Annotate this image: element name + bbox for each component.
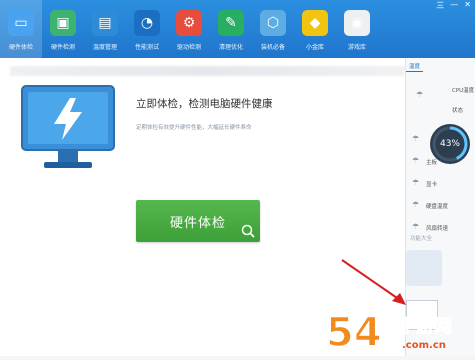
toolbar-item-label: 温度管理 (92, 44, 117, 51)
toolbar-item-0[interactable]: ▭ 硬件体检 (0, 0, 42, 58)
umbrella-icon: ☂ (412, 134, 420, 143)
toolbar-item-label: 小金库 (305, 44, 324, 51)
watermark-logo: 54 手游网 .com.cn (325, 309, 452, 357)
toolbar-item-6[interactable]: ⬡ 装机必备 (252, 0, 294, 58)
status-label: 状态 (452, 108, 464, 114)
toolbar-item-label: 驱动检测 (176, 44, 201, 51)
toolbar-item-label: 游戏库 (347, 44, 366, 51)
disk-temp-row[interactable]: 硬盘温度 (426, 202, 448, 210)
toolbar-item-2[interactable]: ▤ 温度管理 (84, 0, 126, 58)
chip-icon: ▣ (50, 10, 76, 36)
hardware-check-label: 硬件体检 (169, 215, 226, 231)
toolbar-item-7[interactable]: ◆ 小金库 (294, 0, 336, 58)
watermark-text: 手游网 (398, 315, 452, 337)
cpu-temp-label: CPU温度 (452, 88, 475, 94)
gpu-row[interactable]: 显卡 (426, 180, 437, 188)
toolbar-item-5[interactable]: ✎ 清理优化 (210, 0, 252, 58)
toolbar-item-4[interactable]: ⚙ 驱动检测 (168, 0, 210, 58)
umbrella-icon: ☂ (412, 178, 420, 187)
gauge-value: 43% (439, 139, 460, 149)
gold-icon: ◆ (302, 10, 328, 36)
fan-speed-row[interactable]: 风扇转速 (426, 224, 448, 232)
hardware-check-button[interactable]: 硬件体检 (136, 200, 260, 242)
site-watermark-logo: 54 手游网 .com.cn (324, 300, 474, 357)
toolbar-item-label: 性能测试 (134, 44, 159, 51)
magnifier-icon (241, 224, 255, 238)
umbrella-icon: ☂ (412, 222, 420, 231)
gamepad-icon: ◉ (344, 10, 370, 36)
toolbar-items: ▭ 硬件体检 ▣ 硬件检测 ▤ 温度管理 ◔ 性能测试 ⚙ 驱动检测 ✎ 清理优化 ⬡ 装机必备 ◆ 小金库 ◉… (0, 0, 378, 58)
feature-tile[interactable] (406, 250, 442, 286)
cube-icon: ⬡ (260, 10, 286, 36)
toolbar-item-label: 清理优化 (218, 44, 243, 51)
page-subline: 定期体检有效提升硬件性能，大幅延长硬件寿命 (136, 125, 252, 131)
toolbar-item-8[interactable]: ◉ 游戏库 (336, 0, 378, 58)
broom-icon: ✎ (218, 10, 244, 36)
page-headline: 立即体检，检测电脑硬件健康 (136, 98, 273, 110)
toolbar-item-label: 硬件检测 (50, 44, 75, 51)
toolbar-item-1[interactable]: ▣ 硬件检测 (42, 0, 84, 58)
umbrella-icon: ☂ (416, 90, 424, 99)
features-section-title: 功能大全 (410, 236, 433, 242)
speedometer-icon: ◔ (134, 10, 160, 36)
toolbar-item-3[interactable]: ◔ 性能测试 (126, 0, 168, 58)
umbrella-icon: ☂ (412, 200, 420, 209)
monitor-lightning-icon (21, 85, 115, 168)
toolbar-item-label: 装机必备 (260, 44, 285, 51)
close-button[interactable]: ✕ (464, 0, 471, 11)
window-controls: 三 — ✕ (436, 0, 471, 11)
watermark-number: 54 (326, 310, 382, 356)
gear-icon: ⚙ (176, 10, 202, 36)
chart-icon: ▤ (92, 10, 118, 36)
main-toolbar: ▭ 硬件体检 ▣ 硬件检测 ▤ 温度管理 ◔ 性能测试 ⚙ 驱动检测 ✎ 清理优化 ⬡ 装机必备 ◆ 小金库 ◉… (0, 0, 475, 58)
side-panel-tabs: 温度 (406, 58, 475, 72)
umbrella-icon: ☂ (412, 156, 420, 165)
motherboard-row[interactable]: 主板 (426, 158, 437, 166)
watermark-domain: .com.cn (402, 340, 446, 351)
minimize-button[interactable]: — (450, 0, 458, 11)
monitor-icon: ▭ (8, 10, 34, 36)
menu-button[interactable]: 三 (436, 0, 444, 11)
blurred-header-strip (10, 66, 405, 76)
toolbar-item-label: 硬件体检 (8, 44, 33, 51)
tab-temperature[interactable]: 温度 (406, 58, 424, 72)
